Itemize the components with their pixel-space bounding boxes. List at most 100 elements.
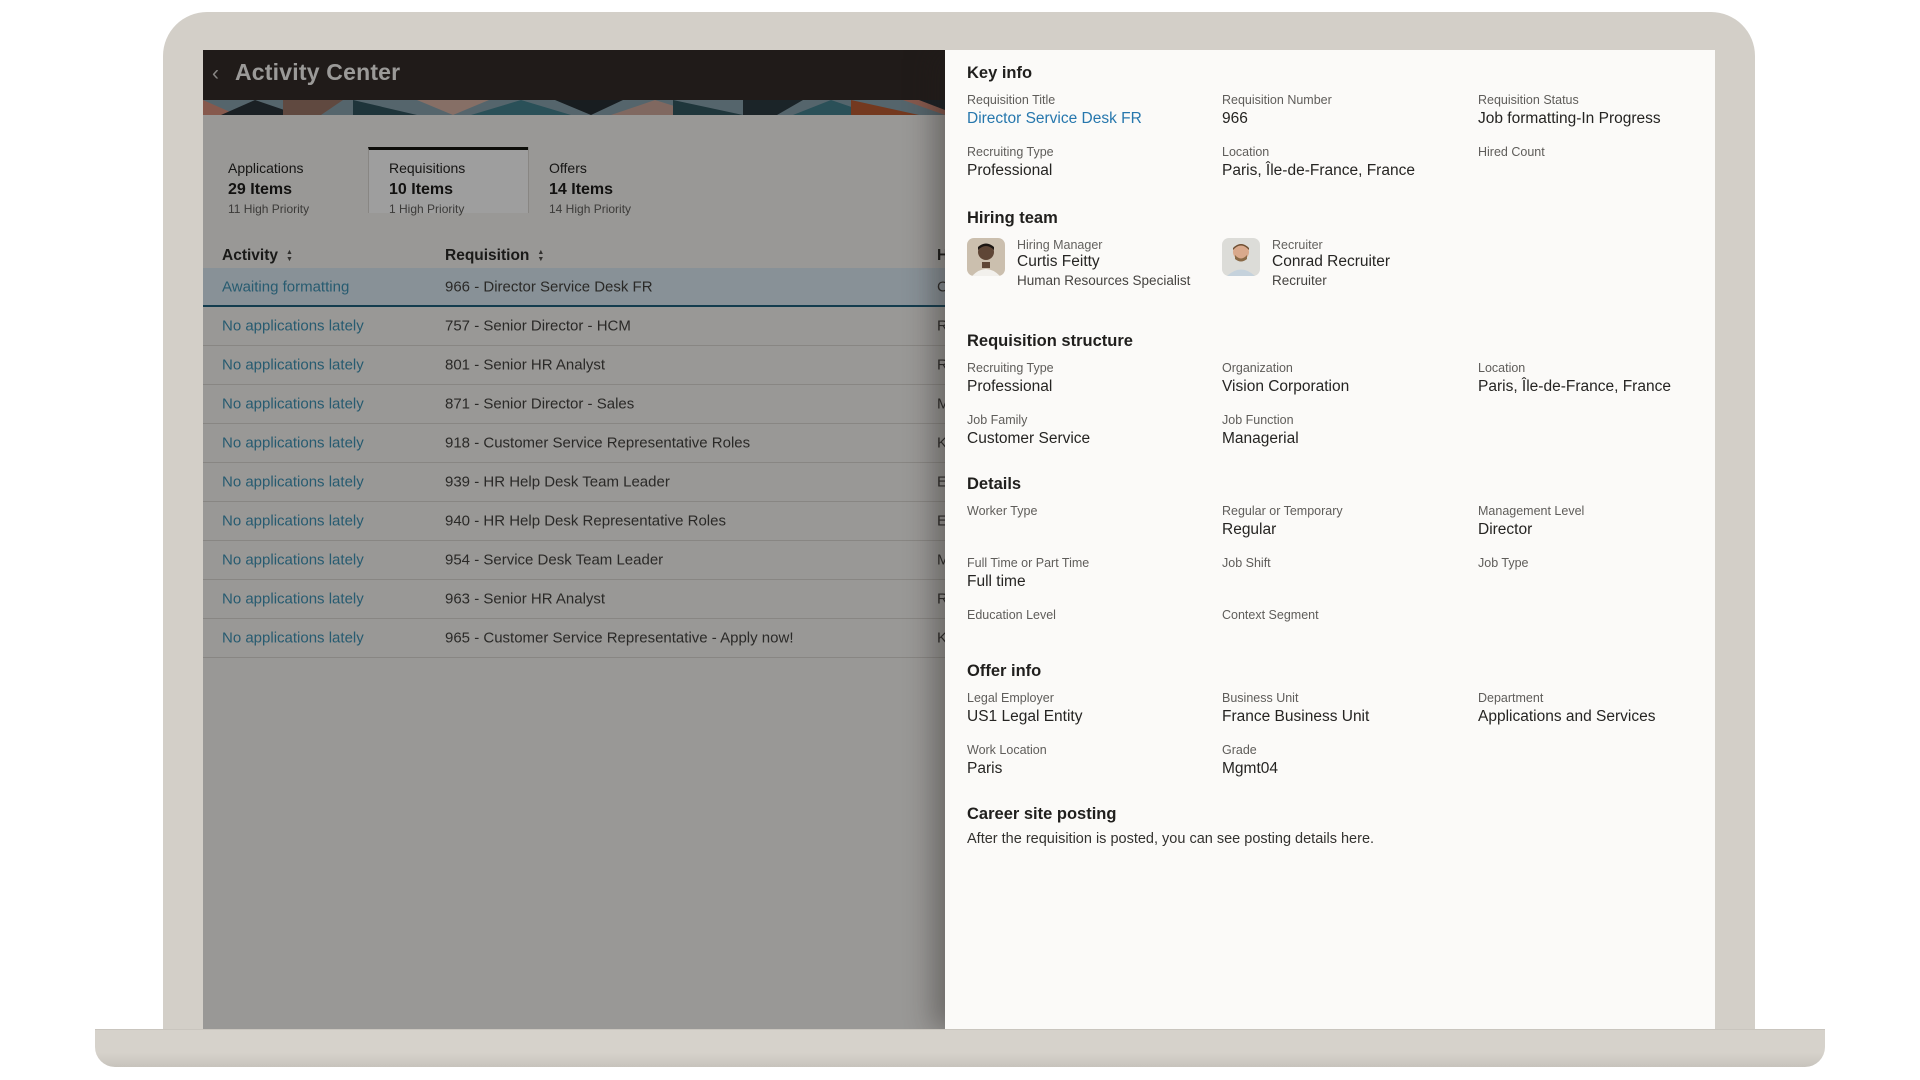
field-value: Managerial bbox=[1222, 429, 1478, 448]
field: Recruiting TypeProfessional bbox=[967, 361, 1222, 396]
activity-link[interactable]: No applications lately bbox=[222, 630, 364, 647]
field-label: Location bbox=[1478, 361, 1715, 375]
tab-offers[interactable]: Offers14 Items14 High Priority bbox=[528, 147, 688, 213]
field: Work Location Paris bbox=[967, 743, 1222, 778]
team-member-recruiter: RecruiterConrad RecruiterRecruiter bbox=[1222, 238, 1715, 289]
hidden-column-text: K bbox=[937, 435, 945, 452]
field-label: Work Location bbox=[967, 743, 1222, 757]
table-row[interactable]: No applications lately 939 - HR Help Desk… bbox=[203, 463, 945, 502]
field-label: Organization bbox=[1222, 361, 1478, 375]
table-row[interactable]: No applications lately871 - Senior Direc… bbox=[203, 385, 945, 424]
activity-link[interactable]: No applications lately bbox=[222, 513, 364, 530]
field-row: Recruiting TypeProfessionalLocationParis… bbox=[967, 145, 1715, 180]
tab-priority-count: 11 High Priority bbox=[228, 202, 368, 216]
table-row[interactable]: No applications lately940 - HR Help Desk… bbox=[203, 502, 945, 541]
sort-down-icon: ▼ bbox=[537, 257, 544, 263]
field-value: Applications and Services bbox=[1478, 707, 1715, 726]
field-value bbox=[1222, 572, 1478, 591]
field-label: Worker Type bbox=[967, 504, 1222, 518]
field-value: Professional bbox=[967, 377, 1222, 396]
hidden-column-text: M bbox=[937, 552, 945, 569]
section-heading-hiring-team: Hiring team bbox=[967, 208, 1715, 228]
field-value bbox=[1222, 624, 1478, 643]
tabs: Applications29 Items11 High PriorityRequ… bbox=[208, 147, 688, 213]
column-label: Requisition bbox=[445, 247, 529, 265]
field-value bbox=[1478, 572, 1715, 591]
activity-link[interactable]: No applications lately bbox=[222, 591, 364, 608]
requisition-label: 963 - Senior HR Analyst bbox=[445, 591, 605, 608]
field-label: Regular or Temporary bbox=[1222, 504, 1478, 518]
screen: ‹ Activity Center bbox=[203, 50, 1715, 1029]
field: Requisition Number 966 bbox=[1222, 93, 1478, 128]
field: Legal EmployerUS1 Legal Entity bbox=[967, 691, 1222, 726]
field: Requisition TitleDirector Service Desk F… bbox=[967, 93, 1222, 128]
field-label: Education Level bbox=[967, 608, 1222, 622]
table-row[interactable]: No applications lately801 - Senior HR An… bbox=[203, 346, 945, 385]
page: ‹ Activity Center bbox=[0, 0, 1920, 1080]
field: DepartmentApplications and Services bbox=[1478, 691, 1715, 726]
activity-list-pane: ‹ Activity Center bbox=[203, 50, 945, 1029]
field-label: Requisition Number bbox=[1222, 93, 1478, 107]
field-label: Job Function bbox=[1222, 413, 1478, 427]
field: Recruiting TypeProfessional bbox=[967, 145, 1222, 180]
field: Job Function Managerial bbox=[1222, 413, 1478, 448]
column-header-requisition[interactable]: Requisition ▲▼ bbox=[445, 247, 544, 265]
field-value: Director bbox=[1478, 520, 1715, 539]
table-row[interactable]: No applications lately 954 - Service Desk… bbox=[203, 541, 945, 580]
activity-link[interactable]: No applications lately bbox=[222, 318, 364, 335]
requisition-label: 954 - Service Desk Team Leader bbox=[445, 552, 663, 569]
activity-link[interactable]: No applications lately bbox=[222, 396, 364, 413]
section-heading-requisition-structure: Requisition structure bbox=[967, 331, 1715, 351]
field-value: Full time bbox=[967, 572, 1222, 591]
field: Context Segment bbox=[1222, 608, 1478, 643]
field-value[interactable]: Director Service Desk FR bbox=[967, 109, 1222, 128]
field-label: Job Type bbox=[1478, 556, 1715, 570]
field-label: Management Level bbox=[1478, 504, 1715, 518]
field: Full Time or Part TimeFull time bbox=[967, 556, 1222, 591]
field-value: Vision Corporation bbox=[1222, 377, 1478, 396]
activity-link[interactable]: No applications lately bbox=[222, 552, 364, 569]
table-row[interactable]: Awaiting formatting 966 - Director Servic… bbox=[203, 268, 945, 307]
field-label: Grade bbox=[1222, 743, 1478, 757]
requisition-label: 966 - Director Service Desk FR bbox=[445, 278, 653, 295]
table-row[interactable]: No applications lately918 - Customer Ser… bbox=[203, 424, 945, 463]
field-row: Education Level Context Segment bbox=[967, 608, 1715, 643]
table-row[interactable]: No applications lately965 - Customer Ser… bbox=[203, 619, 945, 658]
activity-link[interactable]: No applications lately bbox=[222, 435, 364, 452]
field-value: 966 bbox=[1222, 109, 1478, 128]
field: Worker Type bbox=[967, 504, 1222, 539]
section-heading-key-info: Key info bbox=[967, 63, 1715, 83]
laptop-base bbox=[95, 1029, 1825, 1067]
section-heading-offer-info: Offer info bbox=[967, 661, 1715, 681]
column-header-activity[interactable]: Activity▲▼ bbox=[222, 247, 293, 265]
field-row: Job FamilyCustomer ServiceJob FunctionMa… bbox=[967, 413, 1715, 448]
table-row[interactable]: No applications lately 963 - Senior HR An… bbox=[203, 580, 945, 619]
tab-requisitions[interactable]: Requisitions10 Items1 High Priority bbox=[368, 147, 528, 213]
hidden-column-text: R bbox=[937, 357, 945, 374]
field: Regular or TemporaryRegular bbox=[1222, 504, 1478, 539]
section-heading-career-site-posting: Career site posting bbox=[967, 804, 1715, 824]
sort-icon[interactable]: ▲▼ bbox=[286, 250, 293, 263]
page-title: Activity Center bbox=[235, 59, 400, 86]
field-value bbox=[967, 520, 1222, 539]
field: Hired Count bbox=[1478, 145, 1715, 180]
field-value bbox=[1478, 161, 1715, 180]
field-value: Paris bbox=[967, 759, 1222, 778]
sort-icon[interactable]: ▲▼ bbox=[537, 250, 544, 263]
field: Organization Vision Corporation bbox=[1222, 361, 1478, 396]
section-details: DetailsWorker Type Regular or TemporaryR… bbox=[967, 474, 1715, 643]
back-chevron-icon[interactable]: ‹ bbox=[212, 61, 219, 87]
activity-link[interactable]: Awaiting formatting bbox=[222, 278, 349, 295]
activity-link[interactable]: No applications lately bbox=[222, 474, 364, 491]
member-role-label: Hiring Manager bbox=[1017, 238, 1190, 252]
field-label: Business Unit bbox=[1222, 691, 1478, 705]
sort-up-icon: ▲ bbox=[286, 250, 293, 256]
table-row[interactable]: No applications lately757 - Senior Direc… bbox=[203, 307, 945, 346]
requisition-label: 939 - HR Help Desk Team Leader bbox=[445, 474, 670, 491]
activity-link[interactable]: No applications lately bbox=[222, 357, 364, 374]
member-job-title: Human Resources Specialist bbox=[1017, 273, 1190, 289]
member-name: Conrad Recruiter bbox=[1272, 253, 1390, 270]
tab-applications[interactable]: Applications29 Items11 High Priority bbox=[208, 147, 368, 213]
hidden-column-text: M bbox=[937, 396, 945, 413]
section-career-site-posting: Career site postingAfter the requisition… bbox=[967, 804, 1715, 848]
